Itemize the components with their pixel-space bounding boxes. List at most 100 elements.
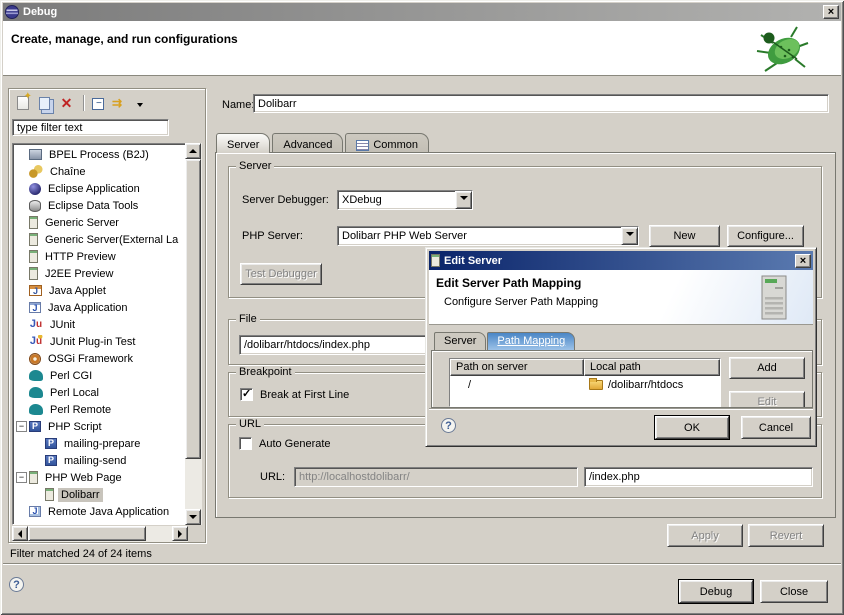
server-debugger-select[interactable]: XDebug xyxy=(337,190,473,210)
vertical-scroll-thumb[interactable] xyxy=(185,159,201,459)
close-button[interactable]: Close xyxy=(760,580,828,603)
collapse-toggle-icon[interactable]: − xyxy=(16,421,27,432)
tree-item-label: PHP Script xyxy=(45,420,105,434)
tree-item-junit[interactable]: JUnit xyxy=(13,316,187,333)
tree-item-eclipse-data-tools[interactable]: Eclipse Data Tools xyxy=(13,197,187,214)
tree-item-dolibarr[interactable]: Dolibarr xyxy=(29,486,187,503)
edit-server-close-icon[interactable]: × xyxy=(795,254,811,268)
configure-button[interactable]: Configure... xyxy=(727,225,804,247)
tree-item-j2ee-preview[interactable]: J2EE Preview xyxy=(13,265,187,282)
path-mapping-table[interactable]: Path on server Local path / /dolibarr/ht… xyxy=(449,358,721,407)
edit-server-title: Edit Server xyxy=(444,255,502,267)
dropdown-arrow-icon[interactable] xyxy=(455,191,472,209)
tree-item-label: Generic Server(External La xyxy=(42,233,181,247)
tree-item-php-web-page[interactable]: −PHP Web Page xyxy=(13,469,187,486)
junit-type-icon xyxy=(29,318,43,331)
tree-vertical-scrollbar[interactable] xyxy=(185,143,202,525)
tab-server-label: Server xyxy=(227,139,259,151)
tree-item-perl-remote[interactable]: Perl Remote xyxy=(13,401,187,418)
collapse-all-icon[interactable] xyxy=(92,98,104,110)
duplicate-configuration-icon[interactable] xyxy=(39,97,50,110)
scroll-down-icon[interactable] xyxy=(185,509,201,525)
dropdown-arrow-icon[interactable] xyxy=(621,227,638,245)
name-input[interactable] xyxy=(253,94,829,113)
test-debugger-button[interactable]: Test Debugger xyxy=(240,263,322,285)
tree-item-perl-cgi[interactable]: Perl CGI xyxy=(13,367,187,384)
window-close-icon[interactable]: × xyxy=(823,5,839,19)
perl-type-icon xyxy=(29,387,43,398)
column-local-path[interactable]: Local path xyxy=(584,359,720,376)
table-empty-row xyxy=(450,394,720,406)
edit-server-titlebar[interactable]: Edit Server × xyxy=(429,251,813,270)
tree-item-bpel-process-b2j[interactable]: BPEL Process (B2J) xyxy=(13,146,187,163)
debug-configurations-window: Debug × Create, manage, and run configur… xyxy=(0,0,844,615)
collapse-toggle-icon[interactable]: − xyxy=(16,472,27,483)
tree-item-generic-server-external-la[interactable]: Generic Server(External La xyxy=(13,231,187,248)
tree-item-mailing-send[interactable]: Pmailing-send xyxy=(29,452,187,469)
scroll-up-icon[interactable] xyxy=(185,143,201,159)
toolbar-separator xyxy=(83,95,84,111)
tree-item-http-preview[interactable]: HTTP Preview xyxy=(13,248,187,265)
tree-item-mailing-prepare[interactable]: Pmailing-prepare xyxy=(29,435,187,452)
revert-button[interactable]: Revert xyxy=(748,524,824,547)
tree-item-perl-local[interactable]: Perl Local xyxy=(13,384,187,401)
tree-item-remote-java-application[interactable]: JRemote Java Application xyxy=(13,503,187,520)
edit-server-subheading: Configure Server Path Mapping xyxy=(444,296,598,308)
tab-common-label: Common xyxy=(373,139,418,151)
debug-button[interactable]: Debug xyxy=(679,580,753,603)
tab-path-mapping[interactable]: Path Mapping xyxy=(487,332,575,350)
tree-item-php-script[interactable]: −P PHP Script xyxy=(13,418,187,435)
tab-server[interactable]: Server xyxy=(216,133,270,153)
tree-item-generic-server[interactable]: Generic Server xyxy=(13,214,187,231)
url-path-input[interactable] xyxy=(584,467,813,487)
auto-generate-checkbox[interactable] xyxy=(239,437,252,450)
add-mapping-button[interactable]: Add xyxy=(729,357,805,379)
delete-configuration-icon[interactable]: ✕ xyxy=(58,95,75,111)
ok-button[interactable]: OK xyxy=(655,416,729,439)
dialog-help-icon[interactable]: ? xyxy=(441,418,456,433)
tree-item-java-application[interactable]: JJava Application xyxy=(13,299,187,316)
config-tabs: Server Advanced Common xyxy=(216,133,431,153)
type-filter-input[interactable] xyxy=(12,119,169,136)
tree-indent xyxy=(16,217,27,228)
scroll-right-icon[interactable] xyxy=(172,526,188,541)
php-type-icon: P xyxy=(29,421,41,432)
new-configuration-icon[interactable] xyxy=(17,96,29,110)
server-icon xyxy=(431,254,440,267)
config-tree[interactable]: BPEL Process (B2J)ChaîneEclipse Applicat… xyxy=(12,143,188,525)
common-tab-icon xyxy=(356,140,369,151)
tree-item-java-applet[interactable]: JJava Applet xyxy=(13,282,187,299)
tree-horizontal-scrollbar[interactable] xyxy=(12,526,188,542)
help-icon[interactable]: ? xyxy=(9,577,24,592)
php-server-label: PHP Server: xyxy=(242,230,303,242)
column-path-on-server[interactable]: Path on server xyxy=(450,359,584,376)
break-first-line-label: Break at First Line xyxy=(260,389,349,401)
new-server-button[interactable]: New xyxy=(649,225,720,247)
tree-item-osgi-framework[interactable]: OSGi Framework xyxy=(13,350,187,367)
tree-item-junit-plug-in-test[interactable]: JUnit Plug-in Test xyxy=(13,333,187,350)
applet-type-icon: J xyxy=(29,285,42,296)
window-titlebar[interactable]: Debug × xyxy=(3,3,841,21)
perl-type-icon xyxy=(29,404,43,415)
cancel-button[interactable]: Cancel xyxy=(741,416,811,439)
tree-item-cha-ne[interactable]: Chaîne xyxy=(13,163,187,180)
tab-advanced[interactable]: Advanced xyxy=(272,133,343,153)
filter-options-icon[interactable]: ⇉ xyxy=(112,95,129,111)
tree-indent xyxy=(16,387,27,398)
toolbar-menu-dropdown-icon[interactable] xyxy=(137,103,143,110)
tree-indent xyxy=(16,336,27,347)
junitp-type-icon xyxy=(29,335,43,348)
php-server-select[interactable]: Dolibarr PHP Web Server xyxy=(337,226,639,246)
tree-item-label: Perl Remote xyxy=(47,403,114,417)
tree-item-eclipse-application[interactable]: Eclipse Application xyxy=(13,180,187,197)
apply-button[interactable]: Apply xyxy=(667,524,743,547)
tab-common[interactable]: Common xyxy=(345,133,429,153)
break-first-line-checkbox[interactable] xyxy=(240,388,253,401)
table-row[interactable]: / /dolibarr/htdocs xyxy=(450,376,720,394)
tree-indent xyxy=(16,200,27,211)
tree-item-label: OSGi Framework xyxy=(45,352,136,366)
horizontal-scroll-thumb[interactable] xyxy=(28,526,146,541)
edit-mapping-button[interactable]: Edit xyxy=(729,391,805,408)
scroll-left-icon[interactable] xyxy=(12,526,28,541)
tab-dialog-server[interactable]: Server xyxy=(434,332,486,350)
